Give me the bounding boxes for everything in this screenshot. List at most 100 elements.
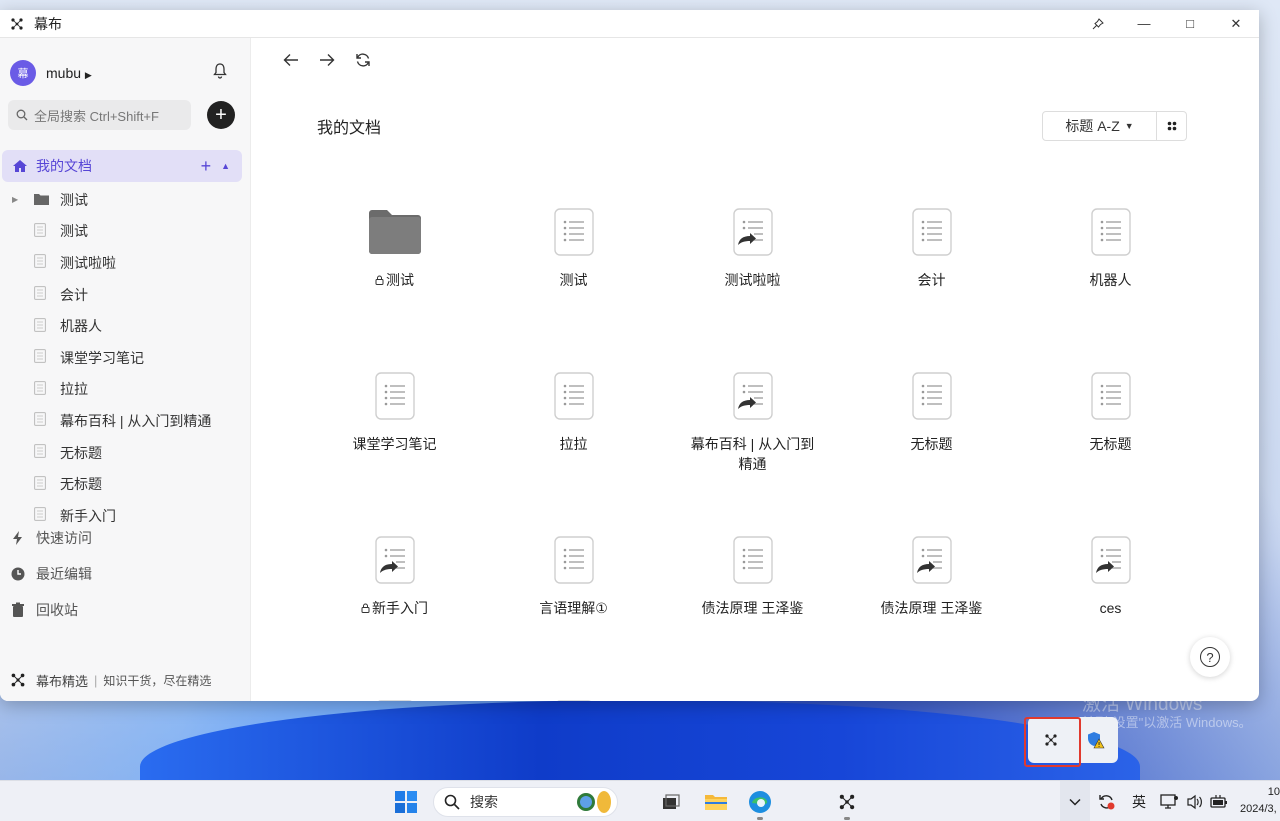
document-card[interactable]: 无标题 (1021, 370, 1200, 534)
arrow-right-icon (320, 54, 335, 66)
featured-link[interactable]: 幕布精选 | 知识干货，尽在精选 (0, 665, 250, 695)
tray-volume-button[interactable] (1184, 781, 1206, 821)
sidebar-item-recent[interactable]: 最近编辑 (0, 556, 250, 592)
card-label: ces (1046, 598, 1176, 618)
taskbar-explorer-button[interactable] (702, 781, 730, 821)
card-title: 幕布百科 | 从入门到精通 (690, 436, 815, 472)
lightning-icon (13, 531, 22, 545)
taskbar-search-box[interactable]: 搜索 (433, 787, 618, 817)
sidebar-item-quick-access[interactable]: 快速访问 (0, 520, 250, 556)
taskbar-task-view-button[interactable] (658, 781, 684, 821)
sidebar-item-my-docs[interactable]: 我的文档 + ▲ (2, 150, 242, 182)
title-bar[interactable]: 幕布 — □ ✕ (0, 10, 1259, 38)
username[interactable]: mubu ▶ (46, 65, 92, 81)
tree-item-label: 无标题 (60, 476, 102, 493)
document-icon (553, 206, 594, 258)
lock-icon (361, 600, 372, 616)
tree-item[interactable]: 无标题 (0, 468, 250, 500)
document-card[interactable]: 测试啦啦 (663, 206, 842, 370)
tree-item[interactable]: 机器人 (0, 310, 250, 342)
global-search-input[interactable]: 全局搜索 Ctrl+Shift+F (8, 100, 191, 130)
card-label: 无标题 (1046, 434, 1176, 454)
document-card[interactable]: 课堂学习笔记 (305, 370, 484, 534)
back-button[interactable] (273, 45, 309, 75)
tree-item[interactable]: 无标题 (0, 437, 250, 469)
tree-item[interactable]: 幕布百科 | 从入门到精通 (0, 405, 250, 437)
tree-item[interactable]: 课堂学习笔记 (0, 342, 250, 374)
battery-icon (1210, 794, 1227, 808)
tree-item[interactable]: 拉拉 (0, 374, 250, 406)
card-label: 课堂学习笔记 (330, 434, 460, 454)
document-card[interactable]: 幕布百科 | 从入门到精通 (663, 370, 842, 534)
taskbar-mubu-button[interactable] (834, 781, 860, 821)
minimize-button[interactable]: — (1121, 10, 1167, 37)
tray-sync-button[interactable] (1096, 781, 1118, 821)
view-toggle-button[interactable] (1157, 111, 1187, 141)
bell-icon (213, 63, 227, 79)
document-icon (34, 286, 48, 303)
refresh-button[interactable] (345, 45, 381, 75)
help-button[interactable]: ? (1190, 637, 1230, 677)
tray-battery-button[interactable] (1208, 781, 1230, 821)
document-icon (553, 534, 594, 586)
taskbar-clock[interactable]: 10 2024/3, (1240, 784, 1280, 818)
document-icon (1090, 370, 1131, 422)
close-button[interactable]: ✕ (1213, 10, 1259, 37)
document-card[interactable]: 言语理解① (484, 534, 663, 698)
tree-item[interactable]: 测试啦啦 (0, 247, 250, 279)
document-icon (34, 444, 48, 461)
tree-item[interactable]: ▶ 测试 (0, 184, 250, 216)
document-card-partial[interactable] (484, 698, 663, 701)
card-title: 测试 (559, 272, 588, 288)
forward-button[interactable] (309, 45, 345, 75)
windows-logo-icon (395, 790, 417, 813)
collapse-icon[interactable]: ▲ (221, 161, 230, 171)
document-icon (34, 349, 48, 366)
sort-label: 标题 A-Z (1065, 118, 1120, 134)
expand-caret-icon[interactable]: ▶ (12, 195, 22, 204)
add-doc-button[interactable]: + (201, 156, 212, 177)
document-card[interactable]: 债法原理 王泽鉴 (663, 534, 842, 698)
start-button[interactable] (392, 781, 420, 821)
tree-item[interactable]: 会计 (0, 279, 250, 311)
main-content: 我的文档 标题 A-Z ▼ 测试 测试 测试啦啦 会计 机器人课堂学习笔记 拉拉 幕布百科 … (251, 38, 1259, 701)
document-card[interactable]: 拉拉 (484, 370, 663, 534)
username-text: mubu (46, 65, 82, 81)
card-title: 言语理解① (539, 600, 608, 616)
card-title: 债法原理 王泽鉴 (880, 600, 983, 616)
notification-bell-button[interactable] (212, 62, 228, 84)
document-card[interactable]: 新手入门 (305, 534, 484, 698)
pin-button[interactable] (1075, 10, 1121, 37)
maximize-button[interactable]: □ (1167, 10, 1213, 37)
search-icon (16, 109, 28, 121)
edge-icon (749, 790, 771, 813)
trash-icon (12, 602, 24, 617)
tray-display-button[interactable] (1158, 781, 1182, 821)
card-title: 课堂学习笔记 (352, 436, 437, 452)
document-card[interactable]: 会计 (842, 206, 1021, 370)
page-title: 我的文档 (317, 120, 382, 137)
search-highlight-icon (577, 791, 611, 813)
document-card[interactable]: 债法原理 王泽鉴 (842, 534, 1021, 698)
card-title: ces (1099, 600, 1122, 616)
document-card-partial[interactable] (305, 698, 484, 701)
document-icon (375, 698, 415, 701)
plus-icon: + (215, 104, 227, 126)
ime-indicator[interactable]: 英 (1128, 781, 1150, 821)
avatar[interactable]: 幕 (10, 60, 36, 86)
tree-item-label: 测试 (60, 191, 88, 208)
taskbar-edge-button[interactable] (746, 781, 774, 821)
card-title: 无标题 (1089, 436, 1132, 452)
document-card[interactable]: 机器人 (1021, 206, 1200, 370)
document-card[interactable]: ces (1021, 534, 1200, 698)
document-card[interactable]: 测试 (484, 206, 663, 370)
create-new-button[interactable]: + (207, 101, 235, 129)
sort-dropdown[interactable]: 标题 A-Z ▼ (1042, 111, 1157, 141)
folder-icon (34, 192, 49, 208)
tree-item[interactable]: 测试 (0, 216, 250, 248)
sidebar-item-trash[interactable]: 回收站 (0, 592, 250, 628)
tray-overflow-button[interactable] (1060, 781, 1090, 821)
window-title: 幕布 (34, 15, 62, 32)
document-card[interactable]: 无标题 (842, 370, 1021, 534)
folder-card[interactable]: 测试 (305, 206, 484, 370)
